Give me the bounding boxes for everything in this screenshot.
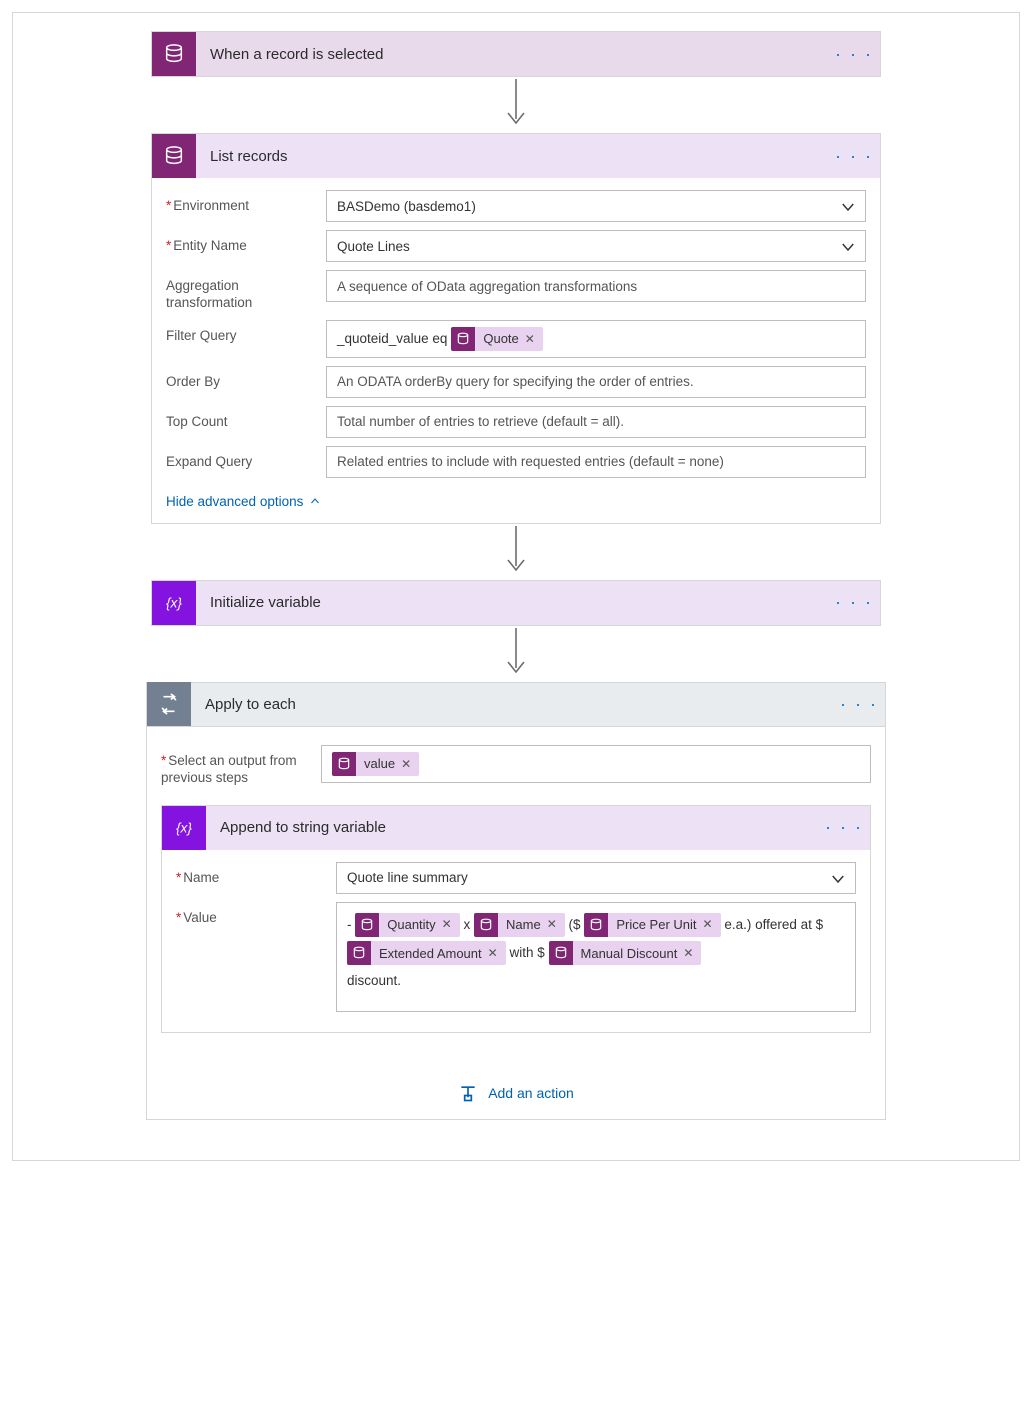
- step-list-records[interactable]: List records · · · Environment BASDemo (…: [151, 133, 881, 524]
- field-label: Entity Name: [166, 230, 326, 255]
- chevron-down-icon: [839, 198, 857, 216]
- step-trigger[interactable]: When a record is selected · · ·: [151, 31, 881, 77]
- remove-token-button[interactable]: ✕: [401, 757, 411, 771]
- more-menu-button[interactable]: · · ·: [839, 686, 879, 722]
- environment-select[interactable]: BASDemo (basdemo1): [326, 190, 866, 222]
- variable-icon: {x}: [152, 581, 196, 625]
- more-menu-button[interactable]: · · ·: [824, 810, 864, 846]
- step-title: When a record is selected: [196, 46, 834, 63]
- step-initialize-variable[interactable]: {x} Initialize variable · · ·: [151, 580, 881, 626]
- connector-arrow: [502, 524, 530, 580]
- value-input[interactable]: - Quantity✕ x Name✕ ($ Price Per Unit✕ e…: [336, 902, 856, 1012]
- connector-arrow: [502, 77, 530, 133]
- chevron-up-icon: [309, 495, 321, 507]
- remove-token-button[interactable]: ✕: [683, 941, 693, 966]
- field-label: Top Count: [166, 406, 326, 431]
- more-menu-button[interactable]: · · ·: [834, 138, 874, 174]
- variable-icon: {x}: [162, 806, 206, 850]
- database-icon: [347, 941, 371, 965]
- field-label: Select an output from previous steps: [161, 745, 321, 787]
- aggregation-input[interactable]: A sequence of OData aggregation transfor…: [326, 270, 866, 302]
- step-title: Initialize variable: [196, 594, 834, 611]
- more-menu-button[interactable]: · · ·: [834, 36, 874, 72]
- dynamic-token-quantity[interactable]: Quantity✕: [355, 913, 459, 937]
- step-title: List records: [196, 148, 834, 165]
- entity-select[interactable]: Quote Lines: [326, 230, 866, 262]
- connector-arrow: [502, 626, 530, 682]
- database-icon: [152, 32, 196, 76]
- step-title: Apply to each: [191, 696, 839, 713]
- add-action-button[interactable]: Add an action: [161, 1083, 871, 1103]
- database-icon: [584, 913, 608, 937]
- database-icon: [152, 134, 196, 178]
- step-append-to-string[interactable]: {x} Append to string variable · · · Name…: [161, 805, 871, 1033]
- field-label: Order By: [166, 366, 326, 391]
- dynamic-token-value[interactable]: value ✕: [332, 752, 419, 776]
- chevron-down-icon: [839, 238, 857, 256]
- field-label: Name: [176, 862, 336, 887]
- dynamic-token-product-name[interactable]: Name✕: [474, 913, 565, 937]
- variable-name-select[interactable]: Quote line summary: [336, 862, 856, 894]
- more-menu-button[interactable]: · · ·: [834, 585, 874, 621]
- database-icon: [474, 913, 498, 937]
- remove-token-button[interactable]: ✕: [488, 941, 498, 966]
- filter-query-input[interactable]: _quoteid_value eq Quote ✕: [326, 320, 866, 358]
- field-label: Environment: [166, 190, 326, 215]
- dynamic-token-quote[interactable]: Quote ✕: [451, 327, 542, 351]
- database-icon: [451, 327, 475, 351]
- remove-token-button[interactable]: ✕: [442, 912, 452, 937]
- database-icon: [355, 913, 379, 937]
- insert-action-icon: [458, 1083, 478, 1103]
- dynamic-token-extended-amount[interactable]: Extended Amount✕: [347, 941, 506, 965]
- field-label: Expand Query: [166, 446, 326, 471]
- remove-token-button[interactable]: ✕: [525, 332, 535, 346]
- chevron-down-icon: [829, 870, 847, 888]
- loop-icon: [147, 682, 191, 726]
- field-label: Filter Query: [166, 320, 326, 345]
- remove-token-button[interactable]: ✕: [547, 912, 557, 937]
- field-label: Aggregation transformation: [166, 270, 326, 312]
- field-label: Value: [176, 902, 336, 927]
- svg-text:{x}: {x}: [176, 820, 192, 835]
- orderby-input[interactable]: An ODATA orderBy query for specifying th…: [326, 366, 866, 398]
- database-icon: [549, 941, 573, 965]
- step-title: Append to string variable: [206, 819, 824, 836]
- topcount-input[interactable]: Total number of entries to retrieve (def…: [326, 406, 866, 438]
- expand-input[interactable]: Related entries to include with requeste…: [326, 446, 866, 478]
- svg-text:{x}: {x}: [166, 595, 182, 610]
- dynamic-token-price-per-unit[interactable]: Price Per Unit✕: [584, 913, 720, 937]
- hide-advanced-link[interactable]: Hide advanced options: [166, 494, 321, 509]
- select-output-input[interactable]: value ✕: [321, 745, 871, 783]
- database-icon: [332, 752, 356, 776]
- dynamic-token-manual-discount[interactable]: Manual Discount✕: [549, 941, 702, 965]
- remove-token-button[interactable]: ✕: [703, 912, 713, 937]
- step-apply-to-each[interactable]: Apply to each · · · Select an output fro…: [146, 682, 886, 1120]
